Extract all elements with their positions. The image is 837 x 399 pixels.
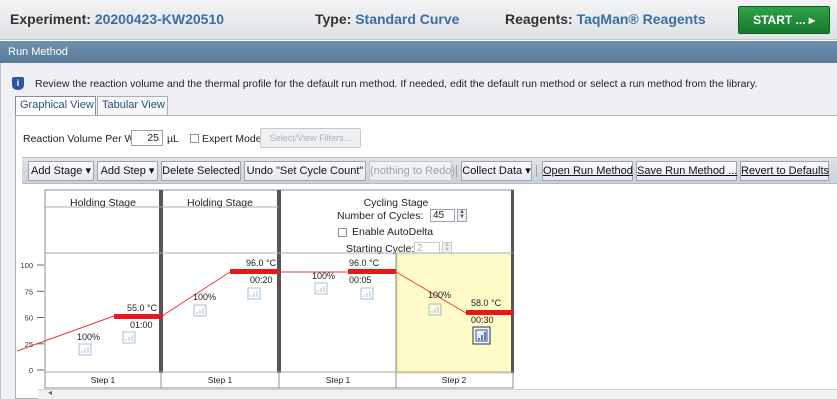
data-collection-icon[interactable] <box>78 343 92 356</box>
step-time[interactable]: 00:20 <box>250 275 273 285</box>
step-temperature[interactable]: 96.0 °C <box>349 258 380 268</box>
temperature-bar[interactable] <box>348 269 396 274</box>
y-tick-label: 50 <box>25 314 33 323</box>
step-time[interactable]: 00:30 <box>471 315 494 325</box>
data-collection-icon[interactable] <box>122 331 136 344</box>
y-tick-label: 75 <box>25 287 33 296</box>
stage-frame <box>160 189 280 389</box>
scroll-left-icon[interactable]: ◂ <box>48 388 52 397</box>
thermal-profile-chart: 1007550250 55.0 °C 01:00 96.0 °C 00:20 9… <box>16 189 514 389</box>
temperature-bar[interactable] <box>114 314 162 319</box>
step-time[interactable]: 01:00 <box>130 320 153 330</box>
ramp-rate[interactable]: 100% <box>77 332 100 342</box>
data-collection-icon-active[interactable] <box>472 326 491 345</box>
step-temperature[interactable]: 96.0 °C <box>246 258 277 268</box>
step-label: Step 1 <box>326 375 351 385</box>
step-temperature[interactable]: 58.0 °C <box>471 298 502 308</box>
data-collection-icon[interactable] <box>247 287 261 300</box>
stage-divider <box>511 190 514 373</box>
stage-divider <box>277 190 281 373</box>
step-label: Step 1 <box>208 375 233 385</box>
data-collection-icon[interactable] <box>360 287 374 300</box>
ramp-rate[interactable]: 100% <box>312 271 335 281</box>
horizontal-scrollbar[interactable]: ◂ <box>38 388 837 399</box>
step-temperature[interactable]: 55.0 °C <box>127 303 158 313</box>
stage-frame <box>44 189 162 389</box>
ramp-rate[interactable]: 100% <box>193 292 216 302</box>
temperature-bar[interactable] <box>230 269 278 274</box>
step-label: Step 1 <box>91 375 116 385</box>
data-collection-icon[interactable] <box>193 304 207 317</box>
y-tick-label: 0 <box>29 366 33 375</box>
ramp-rate[interactable]: 100% <box>428 290 451 300</box>
step-label: Step 2 <box>442 375 467 385</box>
step-time[interactable]: 00:05 <box>349 275 372 285</box>
data-collection-icon[interactable] <box>314 282 328 295</box>
stage-divider <box>159 190 163 373</box>
y-tick-label: 100 <box>20 261 33 270</box>
data-collection-icon[interactable] <box>428 303 442 316</box>
